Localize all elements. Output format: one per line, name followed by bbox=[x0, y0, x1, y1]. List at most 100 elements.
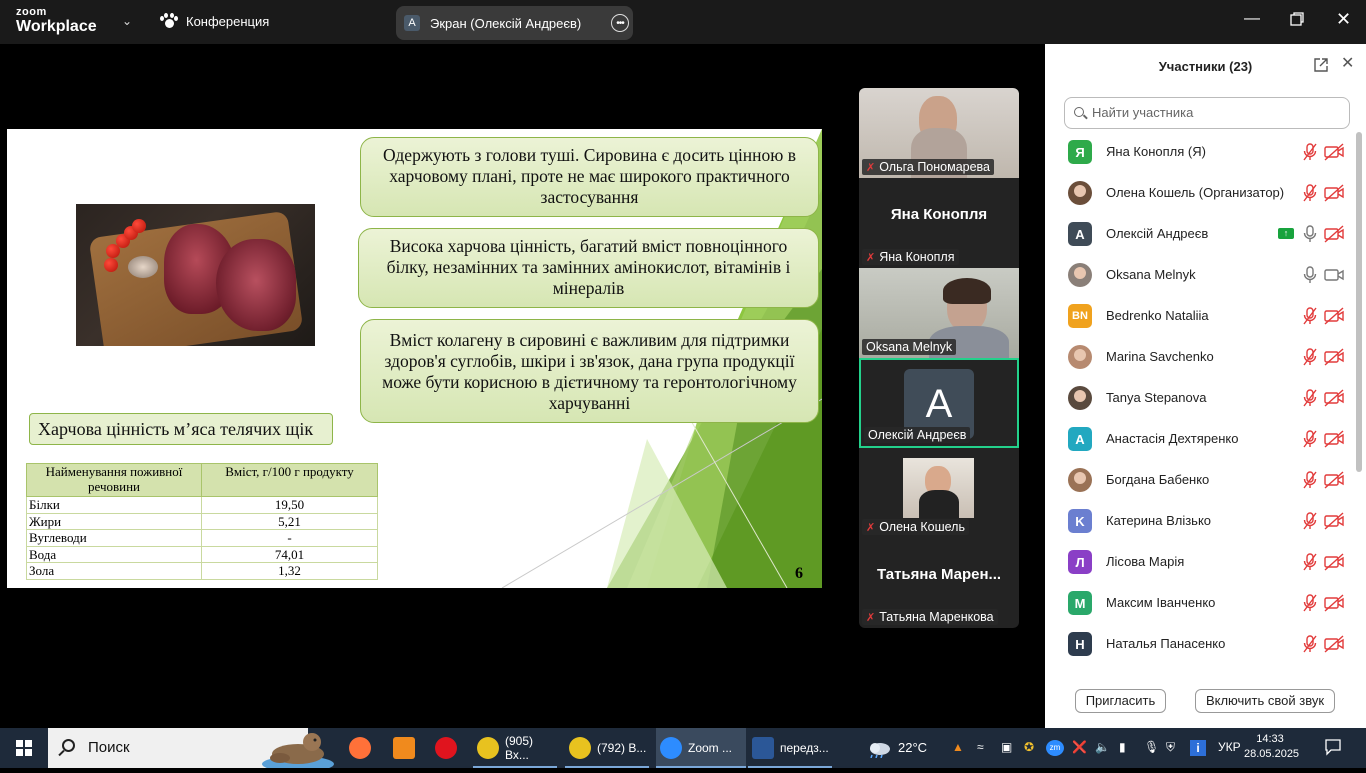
muted-mic-icon[interactable] bbox=[1302, 348, 1318, 366]
video-name-label: ✗ Яна Конопля bbox=[862, 249, 959, 265]
muted-mic-icon[interactable] bbox=[1302, 389, 1318, 407]
muted-mic-icon[interactable] bbox=[1302, 471, 1318, 489]
camera-off-icon[interactable] bbox=[1324, 225, 1344, 243]
popout-icon[interactable] bbox=[1314, 58, 1328, 75]
nutrient-value: 5,21 bbox=[201, 512, 378, 530]
participant-row[interactable]: A Олексій Андреєв ↑ bbox=[1045, 214, 1355, 255]
battery-icon[interactable]: ▮ bbox=[1119, 740, 1126, 754]
nutrient-value: 1,32 bbox=[201, 562, 378, 580]
unmute-self-button[interactable]: Включить свой звук bbox=[1195, 689, 1335, 713]
nutrient-name: Зола bbox=[26, 562, 202, 580]
video-tile-yana[interactable]: Яна Конопля ✗ Яна Конопля bbox=[859, 178, 1019, 268]
tray-app-icon-2[interactable]: ✪ bbox=[1024, 740, 1034, 754]
participant-list-scrollbar[interactable] bbox=[1356, 132, 1362, 672]
muted-mic-icon[interactable] bbox=[1302, 594, 1318, 612]
zoom-tray-icon[interactable]: zm bbox=[1046, 740, 1064, 756]
camera-off-icon[interactable] bbox=[1324, 143, 1344, 161]
table-row: Зола 1,32 bbox=[26, 562, 378, 580]
participant-row[interactable]: Oksana Melnyk bbox=[1045, 255, 1355, 296]
clock-time: 14:33 bbox=[1256, 733, 1284, 745]
sharer-avatar: A bbox=[404, 15, 420, 31]
camera-off-icon[interactable] bbox=[1324, 348, 1344, 366]
minimize-icon[interactable]: — bbox=[1244, 10, 1260, 28]
participant-search-input[interactable]: Найти участника bbox=[1064, 97, 1350, 129]
camera-off-icon[interactable] bbox=[1324, 553, 1344, 571]
video-tile-oleksii-active[interactable]: A Олексій Андреєв bbox=[859, 358, 1019, 448]
participant-row[interactable]: M Максим Іванченко bbox=[1045, 583, 1355, 624]
camera-off-icon[interactable] bbox=[1324, 471, 1344, 489]
search-placeholder: Найти участника bbox=[1092, 105, 1194, 120]
participant-avatar bbox=[1068, 181, 1092, 205]
taskbar-app-label: передз... bbox=[780, 741, 829, 755]
video-tile-olena[interactable]: ✗ Олена Кошель bbox=[859, 448, 1019, 538]
participant-row[interactable]: Marina Savchenko bbox=[1045, 337, 1355, 378]
language-indicator[interactable]: УКР bbox=[1218, 740, 1241, 754]
conference-menu[interactable]: Конференция bbox=[160, 13, 269, 29]
participant-name: Олексій Андреєв bbox=[1106, 226, 1209, 241]
network-icon[interactable]: ❌ bbox=[1072, 740, 1087, 754]
camera-off-icon[interactable] bbox=[1324, 184, 1344, 202]
video-tile-olga[interactable]: ✗ Ольга Пономарева bbox=[859, 88, 1019, 178]
camera-off-icon[interactable] bbox=[1324, 635, 1344, 653]
muted-mic-icon[interactable] bbox=[1302, 184, 1318, 202]
taskbar-app-zoom[interactable]: Zoom ... bbox=[656, 728, 746, 768]
participant-row[interactable]: K Катерина Влізько bbox=[1045, 501, 1355, 542]
camera-off-icon[interactable] bbox=[1324, 430, 1344, 448]
nutrient-value: 74,01 bbox=[201, 545, 378, 563]
nutrient-name: Вода bbox=[26, 545, 202, 563]
opera-icon bbox=[435, 737, 457, 759]
muted-mic-icon[interactable] bbox=[1302, 143, 1318, 161]
camera-off-icon[interactable] bbox=[1324, 594, 1344, 612]
taskbar-app-word[interactable]: передз... bbox=[748, 728, 832, 768]
camera-off-icon[interactable] bbox=[1324, 512, 1344, 530]
mic-icon[interactable] bbox=[1302, 266, 1318, 284]
chevron-down-icon[interactable]: ⌄ bbox=[122, 14, 132, 28]
muted-mic-icon[interactable] bbox=[1302, 553, 1318, 571]
camera-off-icon[interactable] bbox=[1324, 307, 1344, 325]
wifi-icon[interactable]: ≈ bbox=[977, 740, 984, 754]
security-icon[interactable]: ⛨ bbox=[1166, 740, 1175, 755]
clock-date: 28.05.2025 bbox=[1244, 748, 1300, 760]
weather-icon[interactable] bbox=[866, 738, 892, 761]
restore-icon[interactable] bbox=[1290, 12, 1304, 31]
microphone-icon[interactable]: 🎙 bbox=[1144, 740, 1159, 754]
table-row: Вуглеводи - bbox=[26, 529, 378, 547]
taskbar-app-app-g[interactable] bbox=[389, 728, 419, 768]
participant-row[interactable]: A Анастасія Дехтяренко bbox=[1045, 419, 1355, 460]
volume-muted-icon[interactable]: 🔈 bbox=[1095, 740, 1110, 754]
tray-app-icon[interactable]: ▣ bbox=[1001, 740, 1012, 754]
taskbar-app-chrome[interactable]: (792) В... bbox=[565, 728, 649, 768]
close-panel-icon[interactable]: ✕ bbox=[1341, 56, 1354, 72]
camera-off-icon[interactable] bbox=[1324, 389, 1344, 407]
taskbar-app-chrome[interactable]: (905) Вх... bbox=[473, 728, 557, 768]
taskbar-app-firefox[interactable] bbox=[345, 728, 375, 768]
notifications-icon[interactable] bbox=[1324, 738, 1342, 759]
camera-icon[interactable] bbox=[1324, 266, 1344, 284]
screen-share-indicator[interactable]: A Экран (Олексій Андреєв) ••• bbox=[396, 6, 633, 40]
participant-row[interactable]: BN Bedrenko Nataliia bbox=[1045, 296, 1355, 337]
taskbar-app-opera[interactable] bbox=[431, 728, 461, 768]
mic-icon[interactable] bbox=[1302, 225, 1318, 243]
logo-line2: Workplace bbox=[16, 18, 97, 35]
windows-start-icon[interactable] bbox=[16, 740, 32, 756]
close-window-icon[interactable]: ✕ bbox=[1336, 9, 1351, 30]
app-tray-icon[interactable]: ▲ bbox=[952, 740, 964, 754]
participant-row[interactable]: Л Лісова Марія bbox=[1045, 542, 1355, 583]
muted-mic-icon[interactable] bbox=[1302, 635, 1318, 653]
video-tile-oksana[interactable]: Oksana Melnyk bbox=[859, 268, 1019, 358]
participant-list: Я Яна Конопля (Я) Олена Кошель (Организато… bbox=[1045, 132, 1355, 674]
system-clock[interactable]: 14:33 28.05.2025 bbox=[1244, 732, 1300, 762]
muted-mic-icon[interactable] bbox=[1302, 512, 1318, 530]
video-tile-tatyana[interactable]: Татьяна Марен... ✗ Татьяна Маренкова bbox=[859, 538, 1019, 628]
muted-mic-icon[interactable] bbox=[1302, 430, 1318, 448]
participant-row[interactable]: Я Яна Конопля (Я) bbox=[1045, 132, 1355, 173]
participant-row[interactable]: H Наталья Панасенко bbox=[1045, 624, 1355, 665]
participant-row[interactable]: Олена Кошель (Организатор) bbox=[1045, 173, 1355, 214]
muted-mic-icon[interactable] bbox=[1302, 307, 1318, 325]
invite-button[interactable]: Пригласить bbox=[1075, 689, 1166, 713]
participant-row[interactable]: Tanya Stepanova bbox=[1045, 378, 1355, 419]
weather-temperature: 22°C bbox=[898, 740, 928, 755]
participant-row[interactable]: Богдана Бабенко bbox=[1045, 460, 1355, 501]
info-icon[interactable]: i bbox=[1190, 740, 1206, 756]
more-options-icon[interactable]: ••• bbox=[611, 14, 629, 32]
